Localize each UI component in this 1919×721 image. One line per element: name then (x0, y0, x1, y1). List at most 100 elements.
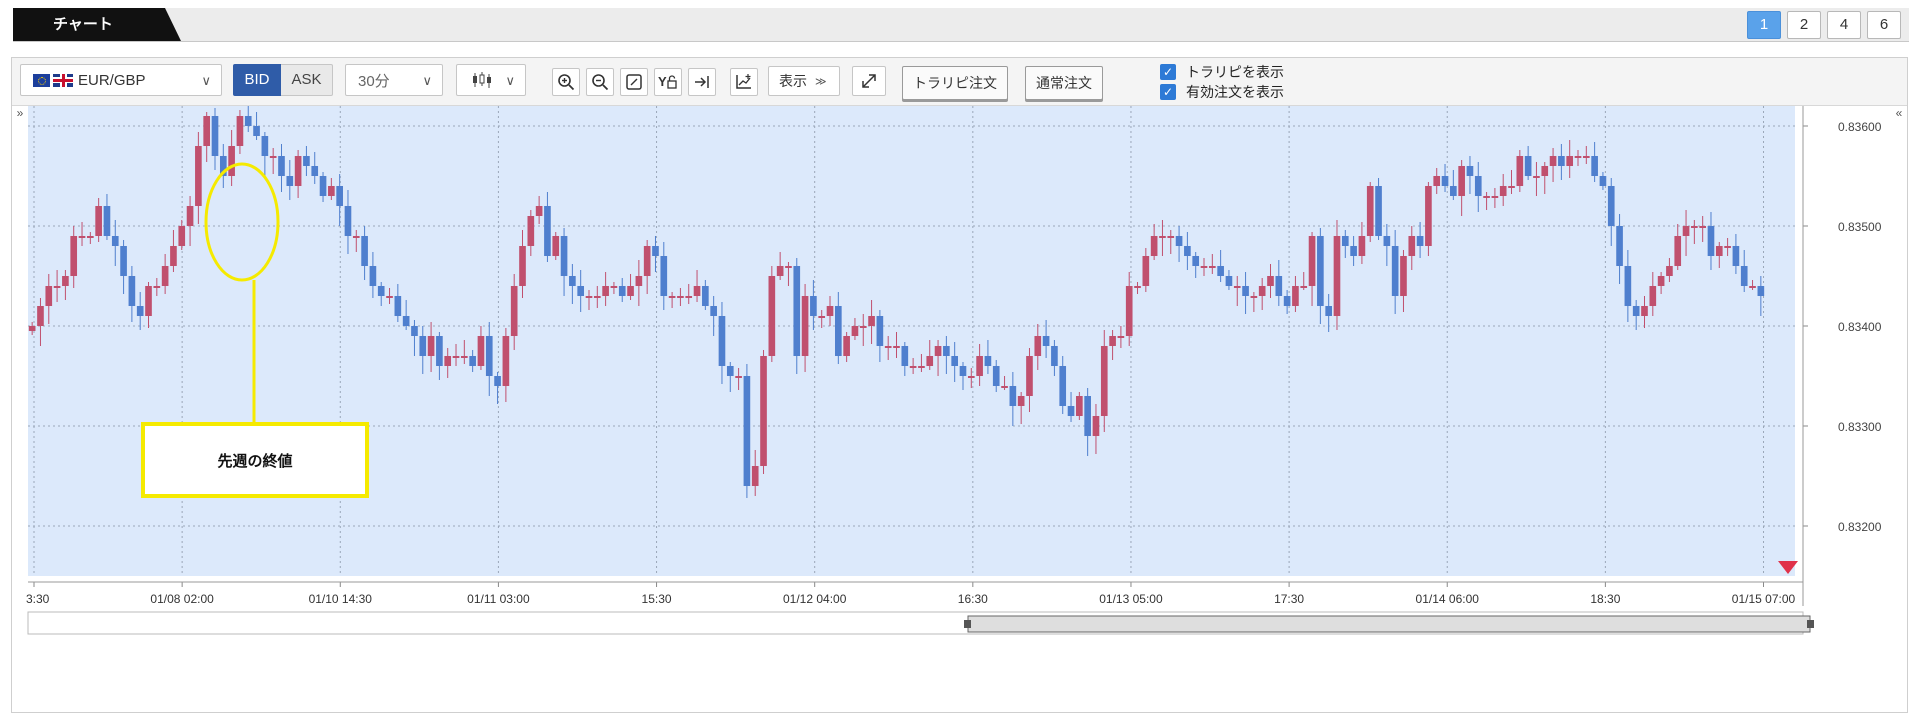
display-select[interactable]: 表示 ≫ (768, 66, 840, 96)
candle-body (1100, 346, 1108, 416)
check-trail-row[interactable]: ✓ トラリピを表示 (1160, 62, 1284, 82)
candle-body (693, 286, 701, 296)
candle-body (1707, 226, 1715, 256)
add-indicator-button[interactable] (730, 68, 758, 96)
y-tick-label: 0.83400 (1838, 320, 1882, 334)
candle-body (1508, 186, 1515, 188)
candle-body (469, 356, 476, 366)
candle-body (45, 286, 53, 306)
layout-button-4[interactable]: 4 (1827, 11, 1861, 39)
layout-button-6[interactable]: 6 (1867, 11, 1901, 39)
check-active-row[interactable]: ✓ 有効注文を表示 (1160, 82, 1284, 102)
candle-body (1134, 286, 1141, 288)
x-tick-label: 01/08 02:00 (150, 592, 214, 606)
candle-body (1749, 286, 1756, 288)
candle-body (195, 146, 202, 206)
candle-body (1167, 236, 1175, 238)
candle-body (253, 126, 260, 136)
tab-chart[interactable]: チャート (13, 8, 181, 41)
range-handle-right (1807, 620, 1814, 628)
layout-buttons: 1 2 4 6 (1747, 11, 1901, 39)
candle-body (1051, 346, 1058, 366)
candle-body (402, 316, 410, 326)
candle-body (602, 286, 609, 296)
y-lock-icon: Y (658, 74, 677, 89)
candle-body (1541, 166, 1549, 176)
candle-body (544, 206, 551, 256)
checkbox-checked-icon[interactable]: ✓ (1160, 64, 1176, 80)
candle-body (593, 296, 601, 298)
bid-button[interactable]: BID (233, 64, 281, 96)
chart-type-select[interactable]: ∨ (456, 64, 526, 96)
expand-button[interactable] (852, 66, 886, 96)
zoom-out-button[interactable] (586, 68, 614, 96)
candle-body (1366, 186, 1374, 236)
candle-body (1732, 246, 1740, 266)
candle-body (677, 296, 684, 298)
ask-button[interactable]: ASK (281, 64, 333, 96)
zoom-in-button[interactable] (552, 68, 580, 96)
period-label: 30分 (358, 72, 390, 90)
candle-body (1425, 186, 1432, 246)
chart-area[interactable]: » « 0.83600 0.83500 0.83400 0.83300 0.83200 3… (12, 106, 1907, 712)
candle-body (1159, 236, 1166, 238)
y-tick-label: 0.83500 (1838, 220, 1882, 234)
candle-body (103, 206, 111, 236)
fit-icon (626, 74, 642, 90)
candle-body (984, 356, 992, 366)
candle-body (485, 336, 493, 376)
candle-body (1341, 236, 1349, 246)
candle-body (992, 366, 1000, 386)
checkbox-checked-icon[interactable]: ✓ (1160, 84, 1176, 100)
candle-body (768, 276, 776, 356)
candle-body (726, 366, 734, 376)
candle-body (1117, 336, 1125, 338)
candle-body (120, 246, 127, 276)
candle-body (211, 116, 219, 156)
candle-body (1516, 156, 1524, 186)
candle-body (1142, 256, 1150, 286)
candle-body (78, 236, 86, 238)
expand-right-icon[interactable]: « (1891, 106, 1907, 128)
candle-body (1275, 276, 1283, 296)
candle-body (801, 296, 809, 356)
candle-body (1192, 256, 1200, 266)
y-axis-lock-button[interactable]: Y (654, 68, 682, 96)
candle-body (1458, 166, 1465, 196)
candle-body (419, 336, 427, 356)
candle-body (328, 186, 335, 196)
scroll-latest-button[interactable] (688, 68, 716, 96)
candle-body (1466, 166, 1474, 176)
candlestick-chart[interactable]: 0.83600 0.83500 0.83400 0.83300 0.83200 3:30 0… (12, 106, 1907, 712)
normal-order-button[interactable]: 通常注文 (1025, 66, 1103, 100)
layout-button-2[interactable]: 2 (1787, 11, 1821, 39)
candle-body (1184, 246, 1191, 256)
symbol-select[interactable]: EUR/GBP ∨ (20, 64, 222, 96)
candle-body (826, 306, 834, 316)
candle-body (37, 306, 44, 326)
candle-body (1300, 286, 1308, 288)
candle-body (269, 156, 277, 158)
candle-body (294, 156, 302, 186)
trail-order-button[interactable]: トラリピ注文 (902, 66, 1008, 100)
period-select[interactable]: 30分 ∨ (345, 64, 443, 96)
candle-body (1474, 176, 1482, 196)
expand-left-icon[interactable]: » (12, 106, 28, 128)
candle-body (461, 356, 468, 358)
layout-button-1[interactable]: 1 (1747, 11, 1781, 39)
candle-body (652, 246, 659, 256)
candle-body (1450, 186, 1457, 196)
candle-body (1757, 286, 1765, 296)
candle-body (868, 316, 875, 326)
fit-button[interactable] (620, 68, 648, 96)
candle-body (1175, 236, 1183, 246)
candle-body (1009, 386, 1017, 406)
candle-body (1258, 286, 1266, 296)
chart-panel: EUR/GBP ∨ BID ASK 30分 ∨ ∨ Y 表示 ≫ トラリピ注文 … (11, 57, 1908, 713)
candle-body (178, 226, 186, 246)
candle-body (785, 266, 792, 268)
candle-body (494, 376, 501, 386)
x-tick-label: 01/11 03:00 (467, 592, 530, 606)
candle-body (452, 356, 460, 358)
candle-body (203, 116, 211, 146)
